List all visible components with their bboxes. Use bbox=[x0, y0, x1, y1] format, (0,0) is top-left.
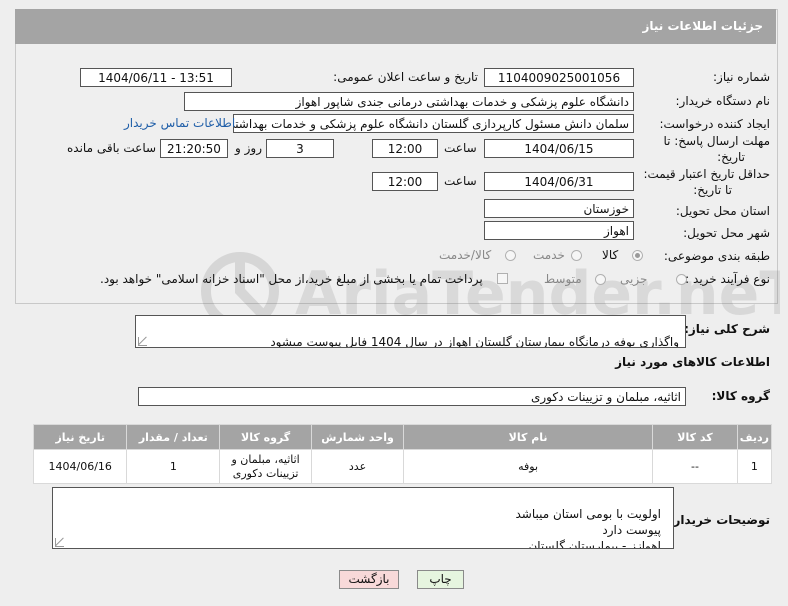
resize-grip-icon[interactable] bbox=[55, 538, 64, 547]
category-radio-service[interactable] bbox=[571, 250, 582, 261]
col-item-group: گروه کالا bbox=[219, 424, 313, 450]
cell-row-number: 1 bbox=[736, 449, 773, 484]
col-quantity: تعداد / مقدار bbox=[126, 424, 221, 450]
category-option-goods-service: کالا/خدمت bbox=[439, 248, 492, 262]
reply-time-field: 12:00 bbox=[372, 139, 438, 158]
col-need-date: تاریخ نیاز bbox=[32, 424, 128, 450]
table-header-row: ردیف کد کالا نام کالا واحد شمارش گروه کا… bbox=[32, 424, 773, 450]
creator-label: ایجاد کننده درخواست: bbox=[659, 117, 770, 131]
reply-date-field: 1404/06/15 bbox=[484, 139, 634, 158]
creator-field: سلمان دانش مسئول کارپردازی گلستان دانشگا… bbox=[233, 114, 634, 133]
category-radio-goods[interactable] bbox=[632, 250, 643, 261]
process-radio-minor[interactable] bbox=[676, 274, 687, 285]
need-number-field: 1104009025001056 bbox=[484, 68, 634, 87]
table-row: 1 -- بوفه عدد اثاثیه، مبلمان و تزیینات د… bbox=[32, 449, 773, 484]
cell-item-group: اثاثیه، مبلمان و تزیینات دکوری bbox=[219, 449, 313, 484]
category-option-goods: کالا bbox=[602, 248, 619, 262]
cell-need-date: 1404/06/16 bbox=[32, 449, 128, 484]
treasury-checkbox[interactable] bbox=[497, 273, 508, 284]
buyer-org-label: نام دستگاه خریدار: bbox=[675, 94, 771, 108]
category-label: طبقه بندی موضوعی: bbox=[663, 249, 770, 263]
goods-group-field: اثاثیه، مبلمان و تزیینات دکوری bbox=[138, 387, 686, 406]
announce-label: تاریخ و ساعت اعلان عمومی: bbox=[333, 70, 478, 84]
description-label: شرح کلی نیاز: bbox=[684, 322, 770, 336]
process-option-minor: جزیی bbox=[620, 272, 648, 286]
cell-quantity: 1 bbox=[126, 449, 221, 484]
remaining-time-field: 21:20:50 bbox=[160, 139, 228, 158]
process-label: نوع فرآیند خرید : bbox=[685, 272, 770, 286]
city-field: اهواز bbox=[484, 221, 634, 240]
col-item-name: نام کالا bbox=[403, 424, 654, 450]
category-radio-goods-service[interactable] bbox=[505, 250, 516, 261]
goods-group-label: گروه کالا: bbox=[711, 389, 770, 403]
reply-deadline-label-1: مهلت ارسال پاسخ: تا bbox=[663, 134, 770, 148]
col-unit: واحد شمارش bbox=[311, 424, 405, 450]
resize-grip-icon[interactable] bbox=[138, 337, 147, 346]
province-field: خوزستان bbox=[484, 199, 634, 218]
buyer-org-field: دانشگاه علوم پزشکی و خدمات بهداشتی درمان… bbox=[184, 92, 634, 111]
buyer-contact-link[interactable]: اطلاعات تماس خریدار bbox=[124, 116, 235, 130]
remaining-label: ساعت باقی مانده bbox=[67, 141, 157, 155]
description-field: واگذاری بوفه درمانگاه بیمارستان گلستان ا… bbox=[135, 315, 686, 348]
cell-unit: عدد bbox=[311, 449, 405, 484]
items-table: ردیف کد کالا نام کالا واحد شمارش گروه کا… bbox=[32, 424, 773, 484]
price-date-field: 1404/06/31 bbox=[484, 172, 634, 191]
buyer-notes-field: اولویت با بومی استان میباشد پیوست دارد ا… bbox=[52, 487, 674, 549]
price-time-label: ساعت bbox=[444, 174, 477, 188]
panel-title: جزئیات اطلاعات نیاز bbox=[642, 19, 763, 33]
price-time-field: 12:00 bbox=[372, 172, 438, 191]
reply-time-label: ساعت bbox=[444, 141, 477, 155]
treasury-note: پرداخت تمام یا بخشی از مبلغ خرید،از محل … bbox=[100, 272, 483, 286]
days-label: روز و bbox=[235, 141, 262, 155]
category-option-service: خدمت bbox=[533, 248, 565, 262]
description-text: واگذاری بوفه درمانگاه بیمارستان گلستان ا… bbox=[270, 335, 679, 348]
process-radio-medium[interactable] bbox=[595, 274, 606, 285]
province-label: استان محل تحویل: bbox=[675, 204, 770, 218]
col-item-code: کد کالا bbox=[652, 424, 738, 450]
buyer-notes-label: توضیحات خریدار: bbox=[668, 513, 770, 527]
price-deadline-label-2: تا تاریخ: bbox=[693, 183, 732, 197]
print-button[interactable]: چاپ bbox=[417, 570, 464, 589]
back-button[interactable]: بازگشت bbox=[339, 570, 399, 589]
reply-deadline-label-2: تاریخ: bbox=[717, 150, 745, 164]
goods-section-title: اطلاعات کالاهای مورد نیاز bbox=[615, 355, 770, 369]
need-number-label: شماره نیاز: bbox=[713, 70, 770, 84]
cell-item-code: -- bbox=[652, 449, 738, 484]
process-option-medium: متوسط bbox=[544, 272, 582, 286]
price-deadline-label-1: حداقل تاریخ اعتبار قیمت: bbox=[643, 167, 770, 181]
panel-header: جزئیات اطلاعات نیاز bbox=[15, 9, 776, 44]
announce-field: 1404/06/11 - 13:51 bbox=[80, 68, 232, 87]
buyer-notes-text: اولویت با بومی استان میباشد پیوست دارد ا… bbox=[515, 507, 662, 549]
cell-item-name: بوفه bbox=[403, 449, 654, 484]
days-field: 3 bbox=[266, 139, 334, 158]
city-label: شهر محل تحویل: bbox=[683, 226, 770, 240]
col-row-number: ردیف bbox=[736, 424, 773, 450]
